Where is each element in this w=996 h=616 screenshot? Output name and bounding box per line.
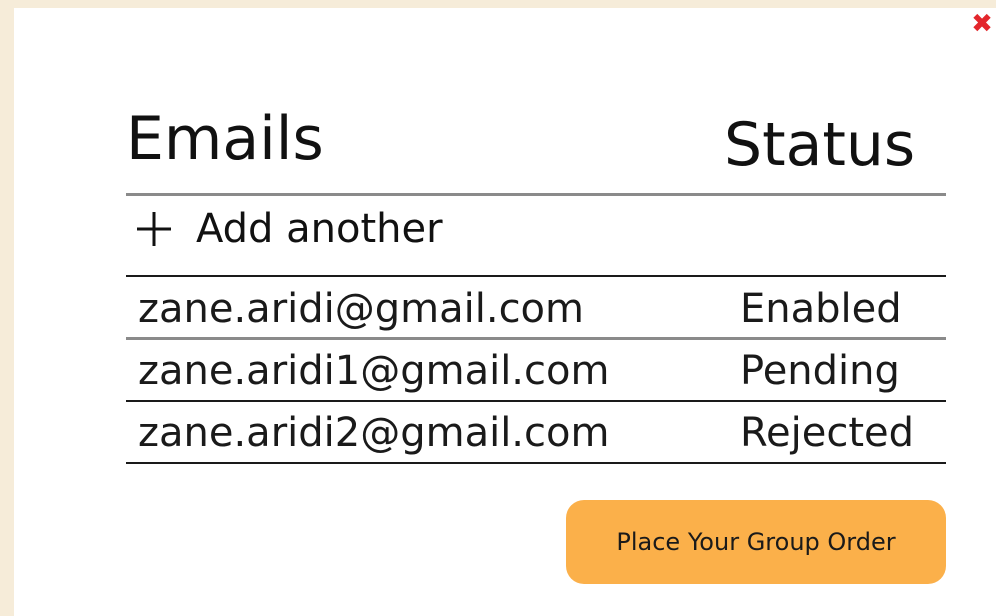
row-divider	[126, 400, 946, 402]
row-divider	[126, 275, 946, 277]
add-another-label: Add another	[196, 206, 443, 252]
plus-icon	[134, 209, 174, 249]
row-divider	[126, 337, 946, 340]
row-email: zane.aridi@gmail.com	[138, 286, 584, 332]
close-icon[interactable]: ✖	[968, 10, 996, 38]
row-email: zane.aridi1@gmail.com	[138, 348, 610, 394]
row-email: zane.aridi2@gmail.com	[138, 410, 610, 456]
row-divider	[126, 462, 946, 464]
place-group-order-button[interactable]: Place Your Group Order	[566, 500, 946, 584]
row-status: Pending	[740, 348, 900, 394]
add-another-button[interactable]: Add another	[134, 204, 443, 254]
status-column-heading: Status	[724, 110, 916, 180]
header-divider	[126, 193, 946, 196]
row-status: Rejected	[740, 410, 915, 456]
emails-column-heading: Emails	[126, 104, 324, 174]
table-row: zane.aridi2@gmail.com Rejected	[126, 404, 946, 462]
row-status: Enabled	[740, 286, 902, 332]
table-row: zane.aridi1@gmail.com Pending	[126, 342, 946, 400]
table-row: zane.aridi@gmail.com Enabled	[126, 280, 946, 338]
